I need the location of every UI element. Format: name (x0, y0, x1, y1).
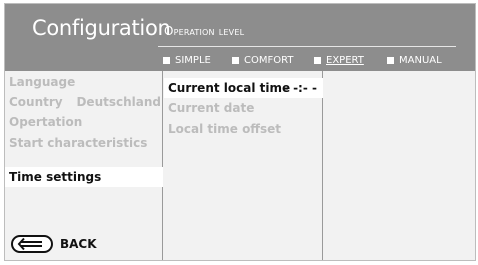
submenu-item-local-time-offset[interactable]: Local time offset (164, 119, 323, 139)
level-option-label: MANUAL (399, 54, 442, 66)
menu-item-language[interactable]: Language (5, 72, 163, 92)
detail-column (324, 71, 475, 260)
back-arrow-icon (11, 235, 53, 253)
menu-item-time-settings[interactable]: Time settings (5, 167, 163, 187)
operation-level-divider (158, 46, 456, 47)
level-option-simple[interactable]: SIMPLE (163, 53, 211, 67)
configuration-screen: Configuration Operation level SIMPLE COM… (4, 3, 476, 261)
level-option-label: EXPERT (326, 54, 364, 66)
checkbox-icon (163, 56, 170, 64)
checkbox-icon (314, 56, 321, 64)
menu-item-label: Country (9, 95, 63, 109)
submenu-item-label: Local time offset (168, 122, 282, 136)
menu-item-label: Time settings (9, 170, 102, 184)
level-option-comfort[interactable]: COMFORT (232, 53, 293, 67)
submenu-column: Current local time - -:- - Current date … (164, 71, 323, 260)
operation-level-heading: Operation level (164, 24, 245, 38)
checkbox-icon (387, 56, 394, 64)
menu-item-opertation[interactable]: Opertation (5, 112, 163, 132)
level-option-label: COMFORT (244, 54, 294, 66)
menu-item-label: Language (9, 75, 76, 89)
level-option-manual[interactable]: MANUAL (387, 53, 442, 67)
current-local-time-value: - -:- - (283, 81, 317, 95)
back-label: BACK (60, 237, 97, 251)
main-menu-column: Language Country Deutschland Opertation … (5, 71, 163, 260)
checkbox-icon (232, 56, 239, 64)
menu-item-country[interactable]: Country Deutschland (5, 92, 163, 112)
level-option-expert[interactable]: EXPERT (314, 53, 364, 67)
menu-item-label: Opertation (9, 115, 83, 129)
page-title: Configuration (32, 16, 171, 40)
submenu-item-label: Current local time (168, 81, 291, 95)
submenu-item-label: Current date (168, 101, 255, 115)
menu-item-value: Deutschland (76, 95, 161, 109)
menu-item-start-characteristics[interactable]: Start characteristics (5, 133, 163, 153)
back-button[interactable]: BACK (11, 234, 97, 254)
submenu-item-current-local-time[interactable]: Current local time - -:- - (164, 78, 323, 98)
header-bar: Configuration Operation level SIMPLE COM… (5, 4, 475, 71)
level-option-label: SIMPLE (175, 54, 211, 66)
menu-item-label: Start characteristics (9, 136, 148, 150)
submenu-item-current-date[interactable]: Current date (164, 98, 323, 118)
